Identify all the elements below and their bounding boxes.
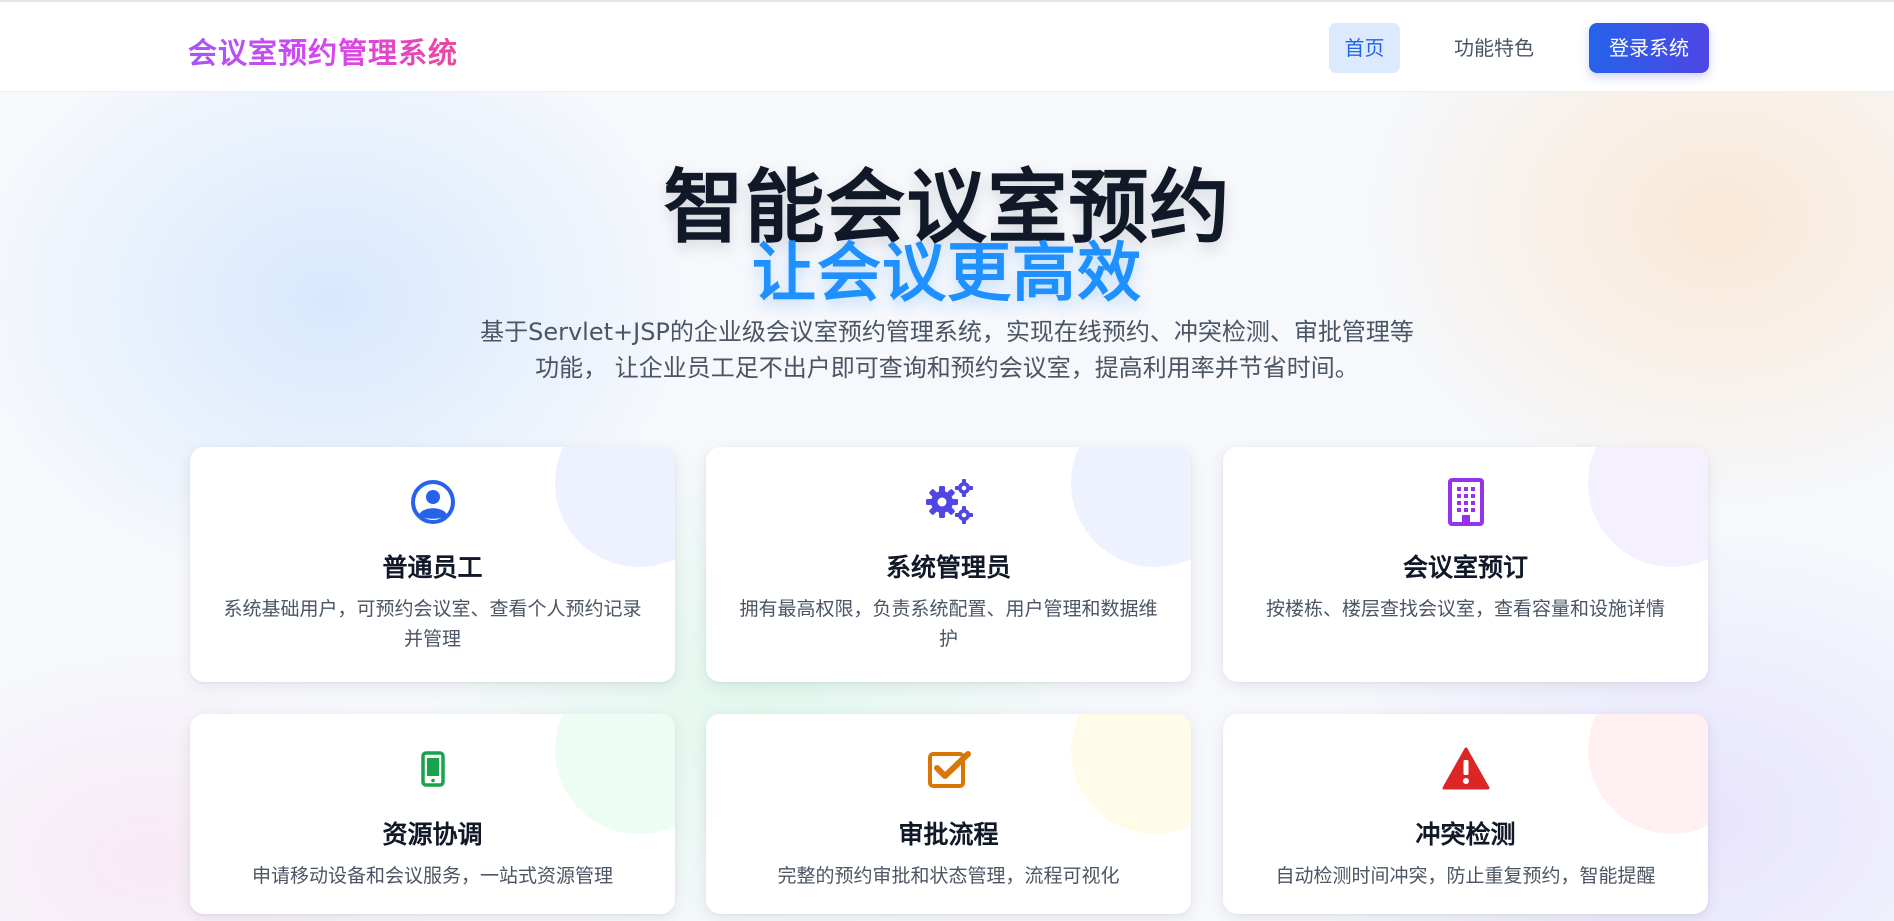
feature-description: 按楼栋、楼层查找会议室，查看容量和设施详情 (1265, 598, 1665, 620)
feature-description: 完整的预约审批和状态管理，流程可视化 (777, 865, 1120, 887)
feature-card-room-booking: 会议室预订 按楼栋、楼层查找会议室，查看容量和设施详情 (1223, 447, 1708, 682)
feature-description: 拥有最高权限，负责系统配置、用户管理和数据维护 (739, 598, 1158, 650)
login-button[interactable]: 登录系统 (1589, 23, 1709, 73)
feature-card-admin: 系统管理员 拥有最高权限，负责系统配置、用户管理和数据维护 (706, 447, 1191, 682)
feature-title: 会议室预订 (1402, 553, 1528, 582)
top-navbar: 会议室预约管理系统 首页 功能特色 登录系统 (0, 0, 1894, 92)
building-icon (1441, 477, 1491, 527)
hero-subtitle: 让会议更高效 (752, 237, 1142, 311)
feature-title: 审批流程 (898, 820, 999, 849)
feature-card-approval: 审批流程 完整的预约审批和状态管理，流程可视化 (706, 714, 1191, 914)
warning-triangle-icon (1441, 744, 1491, 794)
nav-home-link[interactable]: 首页 (1329, 23, 1400, 73)
nav-features-link[interactable]: 功能特色 (1430, 23, 1558, 73)
feature-title: 资源协调 (382, 820, 483, 849)
gears-icon (924, 477, 974, 527)
feature-title: 冲突检测 (1415, 820, 1516, 849)
user-circle-icon (408, 477, 458, 527)
feature-description: 系统基础用户，可预约会议室、查看个人预约记录并管理 (223, 598, 642, 650)
mobile-phone-icon (408, 744, 458, 794)
check-square-icon (924, 744, 974, 794)
feature-title: 普通员工 (382, 553, 483, 582)
feature-card-conflict: 冲突检测 自动检测时间冲突，防止重复预约，智能提醒 (1223, 714, 1708, 914)
brand-logo[interactable]: 会议室预约管理系统 (188, 30, 458, 72)
feature-description: 申请移动设备和会议服务，一站式资源管理 (251, 865, 613, 887)
feature-title: 系统管理员 (885, 553, 1011, 582)
feature-description: 自动检测时间冲突，防止重复预约，智能提醒 (1275, 865, 1656, 887)
hero-description: 基于Servlet+JSP的企业级会议室预约管理系统，实现在线预约、冲突检测、审… (480, 318, 1414, 382)
feature-card-employee: 普通员工 系统基础用户，可预约会议室、查看个人预约记录并管理 (190, 447, 675, 682)
feature-card-resources: 资源协调 申请移动设备和会议服务，一站式资源管理 (190, 714, 675, 914)
